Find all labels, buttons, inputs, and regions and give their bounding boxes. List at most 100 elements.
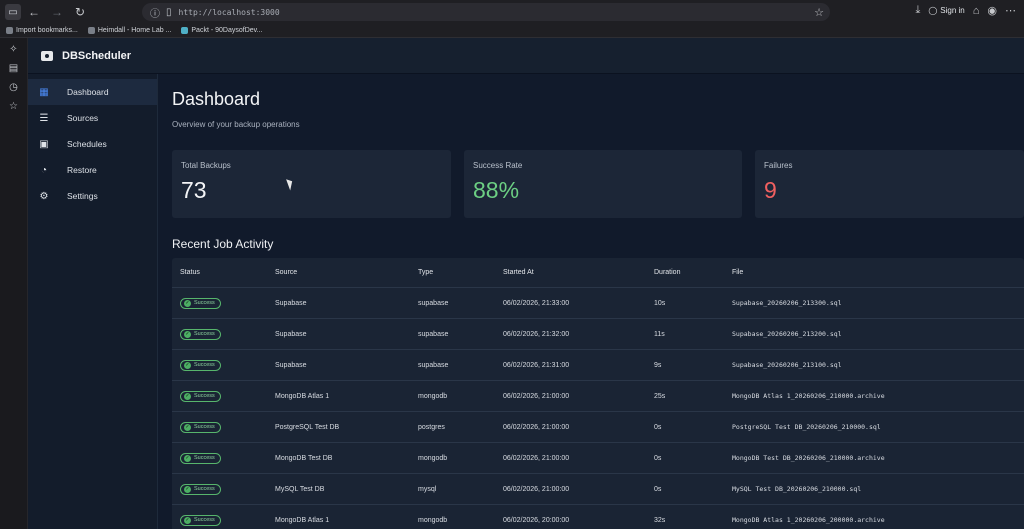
history-icon[interactable]: ◷ — [9, 82, 18, 93]
status-badge: ✓ Success — [180, 483, 221, 495]
table-row[interactable]: ✓ Success Supabase supabase 06/02/2026, 21:3… — [172, 319, 1024, 350]
table-row[interactable]: ✓ Success PostgreSQL Test DB postgres 06/02/… — [172, 412, 1024, 443]
calendar-icon: ▣ — [39, 138, 49, 150]
forward-icon[interactable]: → — [47, 2, 67, 22]
column-header-started[interactable]: Started At — [503, 269, 654, 276]
url-text[interactable]: http://localhost:3000 — [179, 8, 280, 17]
stat-label: Success Rate — [473, 161, 523, 170]
started-cell: 06/02/2026, 21:31:00 — [503, 361, 570, 369]
column-header-duration[interactable]: Duration — [654, 269, 732, 276]
sidebar-item-dashboard[interactable]: ▦ Dashboard — [28, 79, 157, 105]
type-cell: supabase — [418, 330, 449, 338]
check-circle-icon: ✓ — [184, 299, 191, 307]
status-badge: ✓ Success — [180, 328, 221, 340]
status-text: Success — [194, 393, 215, 399]
extensions-icon[interactable]: ⌂ — [973, 5, 980, 17]
signin-button[interactable]: ◯ Sign in — [928, 6, 964, 15]
list-icon: ☰ — [39, 112, 49, 124]
copilot-icon[interactable]: ✧ — [9, 44, 17, 55]
status-badge: ✓ Success — [180, 359, 221, 371]
table-header: Status Source Type Started At Duration F… — [172, 258, 1024, 288]
check-circle-icon: ✓ — [184, 361, 191, 369]
table-row[interactable]: ✓ Success MongoDB Test DB mongodb 06/02/2026… — [172, 443, 1024, 474]
bookmark-heimdall[interactable]: Heimdall - Home Lab ... — [87, 27, 172, 34]
status-badge: ✓ Success — [180, 514, 221, 526]
signin-label: Sign in — [940, 6, 965, 15]
import-icon — [6, 27, 13, 34]
stat-label: Failures — [764, 161, 793, 170]
started-cell: 06/02/2026, 21:00:00 — [503, 454, 570, 462]
started-cell: 06/02/2026, 21:00:00 — [503, 423, 570, 431]
bookmark-packt[interactable]: Packt - 90DaysofDev... — [181, 27, 262, 34]
browser-sidebar: ✧ ▤ ◷ ☆ — [0, 38, 28, 529]
bookmark-label: Heimdall - Home Lab ... — [97, 27, 172, 34]
address-bar[interactable]: ⓘ ▯ http://localhost:3000 ☆ — [142, 3, 830, 21]
type-cell: supabase — [418, 299, 449, 307]
column-header-type[interactable]: Type — [418, 269, 503, 276]
sidebar-item-restore[interactable]: ◔ Restore — [28, 157, 157, 183]
bookmark-label: Import bookmarks... — [16, 27, 78, 34]
bookmark-star-icon[interactable]: ☆ — [814, 6, 824, 19]
table-row[interactable]: ✓ Success MySQL Test DB mysql 06/02/2026, 21… — [172, 474, 1024, 505]
download-icon[interactable]: ⤓ — [915, 4, 920, 17]
status-cell: ✓ Success — [172, 514, 275, 526]
file-cell: MongoDB Atlas 1_20260206_210000.archive — [732, 392, 885, 400]
status-cell: ✓ Success — [172, 359, 275, 371]
sidebar-item-sources[interactable]: ☰ Sources — [28, 105, 157, 131]
status-text: Success — [194, 362, 215, 368]
stat-value: 9 — [764, 177, 777, 203]
section-title-recent-activity: Recent Job Activity — [172, 237, 274, 251]
app-header: DBScheduler — [28, 38, 1024, 74]
status-cell: ✓ Success — [172, 297, 275, 309]
tab-actions-icon[interactable]: ▭ — [5, 4, 21, 20]
column-header-status[interactable]: Status — [172, 269, 275, 276]
user-icon: ◯ — [928, 6, 938, 15]
stat-card-success-rate: Success Rate 88% — [464, 150, 742, 218]
source-cell: MongoDB Atlas 1 — [275, 392, 330, 400]
check-circle-icon: ✓ — [184, 454, 191, 462]
stat-card-total-backups: Total Backups 73 — [172, 150, 451, 218]
page-subtitle: Overview of your backup operations — [172, 120, 300, 129]
sidebar-item-schedules[interactable]: ▣ Schedules — [28, 131, 157, 157]
favorites-icon[interactable]: ☆ — [9, 101, 18, 112]
packt-icon — [181, 27, 189, 34]
status-cell: ✓ Success — [172, 421, 275, 433]
bookmark-label: Packt - 90DaysofDev... — [191, 27, 263, 34]
app-title: DBScheduler — [62, 49, 132, 62]
table-row[interactable]: ✓ Success MongoDB Atlas 1 mongodb 06/02/2026… — [172, 505, 1024, 529]
started-cell: 06/02/2026, 21:32:00 — [503, 330, 570, 338]
bookmark-import[interactable]: Import bookmarks... — [6, 27, 78, 34]
stat-label: Total Backups — [181, 161, 231, 170]
site-info-icon[interactable]: ⓘ — [150, 5, 160, 20]
duration-cell: 0s — [654, 454, 662, 462]
reload-icon[interactable]: ↻ — [70, 2, 90, 22]
table-row[interactable]: ✓ Success Supabase supabase 06/02/2026, 21:3… — [172, 288, 1024, 319]
sidebar-item-settings[interactable]: ⚙ Settings — [28, 183, 157, 209]
table-row[interactable]: ✓ Success Supabase supabase 06/02/2026, 21:3… — [172, 350, 1024, 381]
profile-icon[interactable]: ◉ — [987, 4, 997, 17]
sidebar-item-label: Schedules — [67, 139, 107, 149]
database-logo-icon — [41, 50, 53, 61]
status-cell: ✓ Success — [172, 390, 275, 402]
file-cell: MongoDB Test DB_20260206_210000.archive — [732, 454, 885, 462]
status-badge: ✓ Success — [180, 390, 221, 402]
duration-cell: 25s — [654, 392, 666, 400]
check-circle-icon: ✓ — [184, 392, 191, 400]
column-header-file[interactable]: File — [732, 269, 1024, 276]
duration-cell: 0s — [654, 423, 662, 431]
back-icon[interactable]: ← — [24, 2, 44, 22]
job-activity-table: Status Source Type Started At Duration F… — [172, 258, 1024, 529]
main-content: Dashboard Overview of your backup operat… — [159, 74, 1024, 529]
check-circle-icon: ✓ — [184, 516, 191, 524]
status-badge: ✓ Success — [180, 421, 221, 433]
sidebar-item-label: Settings — [67, 191, 98, 201]
table-row[interactable]: ✓ Success MongoDB Atlas 1 mongodb 06/02/2026… — [172, 381, 1024, 412]
stat-value: 73 — [181, 177, 207, 203]
file-cell: Supabase_20260206_213200.sql — [732, 330, 842, 338]
collections-icon[interactable]: ▤ — [9, 63, 18, 74]
source-cell: MongoDB Atlas 1 — [275, 516, 330, 524]
browser-toolbar: ▭ ← → ↻ ⓘ ▯ http://localhost:3000 ☆ ⤓ ◯ S… — [0, 0, 1024, 24]
menu-icon[interactable]: ⋯ — [1005, 4, 1016, 17]
started-cell: 06/02/2026, 21:00:00 — [503, 392, 570, 400]
column-header-source[interactable]: Source — [275, 269, 418, 276]
